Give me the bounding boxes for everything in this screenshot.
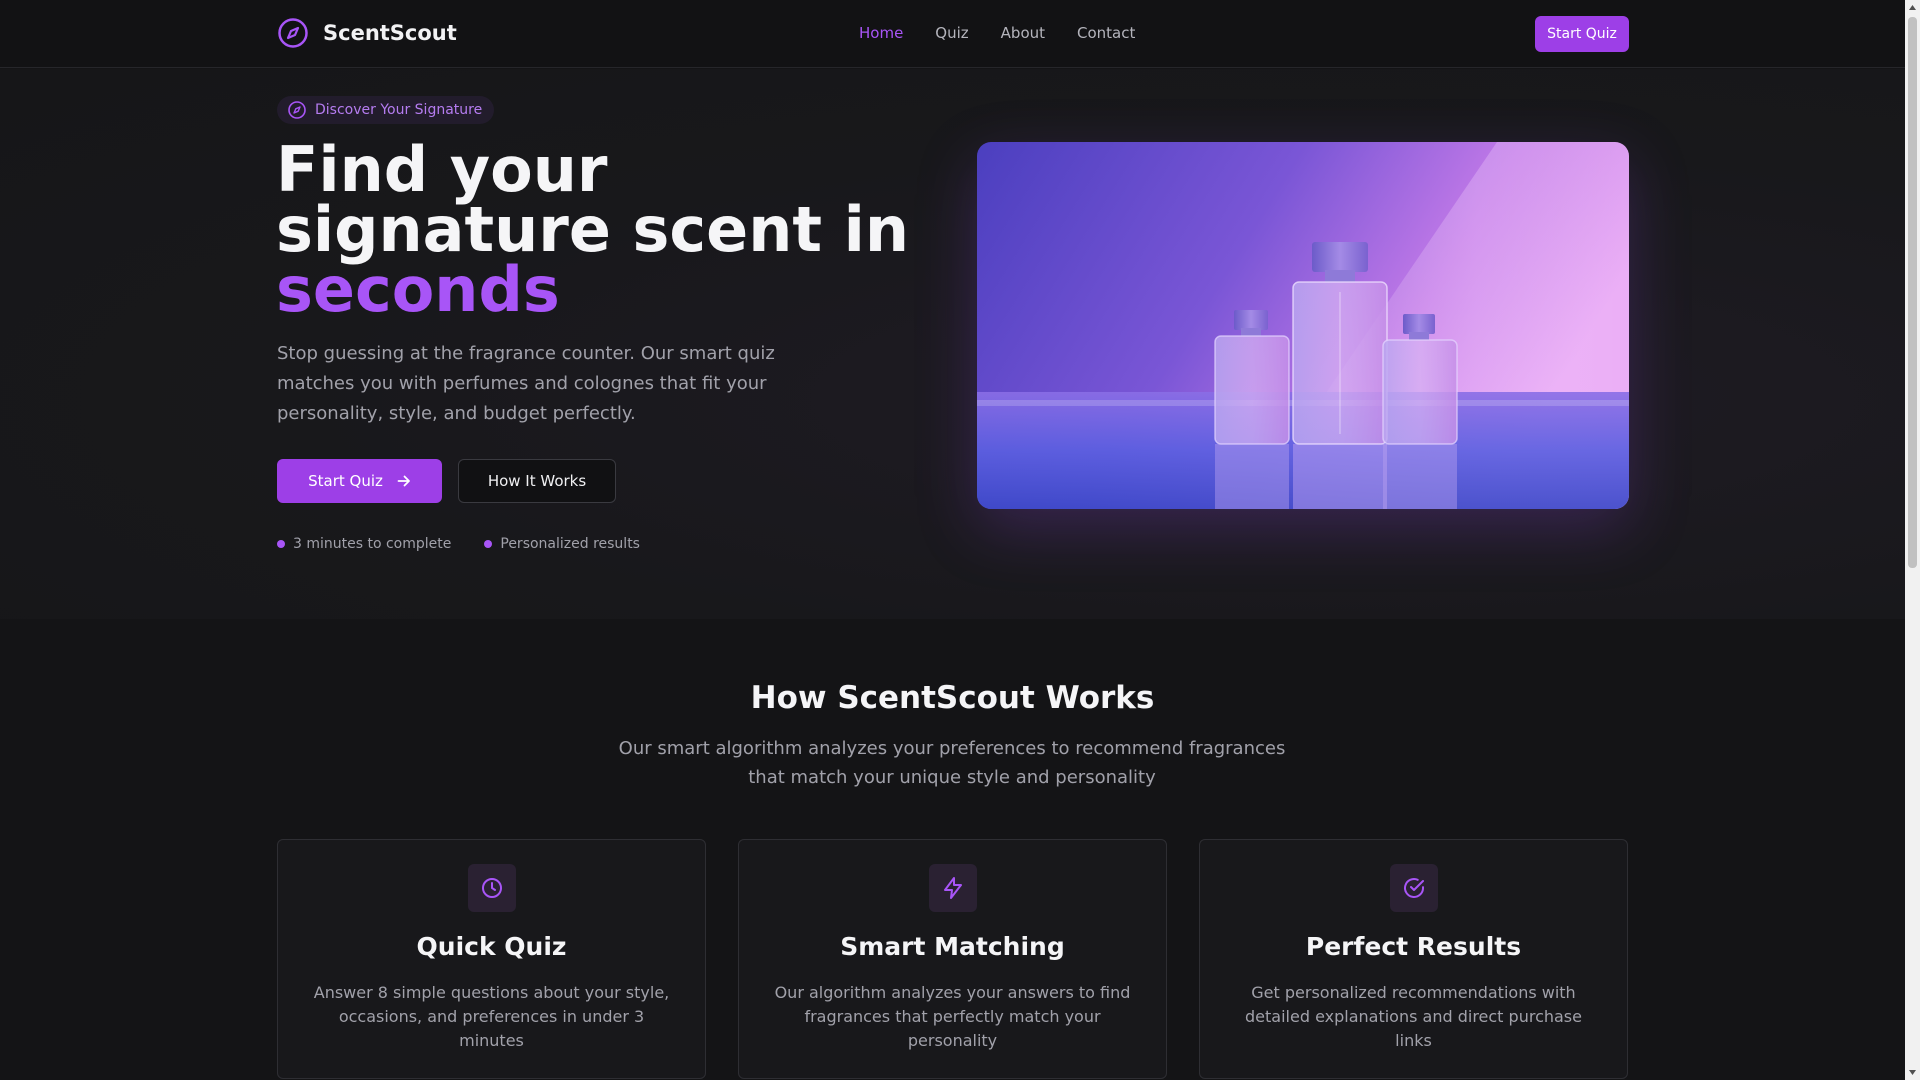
nav-about[interactable]: About (1001, 24, 1045, 42)
how-it-works-button[interactable]: How It Works (458, 459, 616, 503)
how-it-works-title: How ScentScout Works (750, 680, 1155, 716)
feature-card-smart-matching: Smart Matching Our algorithm analyzes yo… (738, 839, 1167, 1079)
card-text: Get personalized recommendations with de… (1245, 983, 1582, 1050)
scroll-up-arrow-icon[interactable] (1908, 3, 1917, 13)
headline-line-1: Find your (276, 133, 608, 206)
point-label: 3 minutes to complete (293, 536, 452, 552)
compass-icon (288, 101, 306, 119)
header-start-quiz-button[interactable]: Start Quiz (1535, 16, 1629, 52)
hero-description: Stop guessing at the fragrance counter. … (277, 343, 775, 424)
compass-icon (278, 18, 308, 48)
card-text: Our algorithm analyzes your answers to f… (774, 983, 1131, 1050)
point-personalized: Personalized results (484, 536, 640, 552)
card-title: Quick Quiz (416, 932, 567, 961)
scroll-down-arrow-icon[interactable] (1908, 1067, 1917, 1077)
nav-quiz[interactable]: Quiz (935, 24, 968, 42)
clock-icon (481, 878, 502, 898)
brand-logo[interactable]: ScentScout (277, 17, 457, 49)
lightning-icon (943, 877, 962, 899)
hero-headline: Find your signature scent in seconds (276, 133, 916, 326)
feature-card-perfect-results: Perfect Results Get personalized recomme… (1199, 839, 1628, 1079)
card-icon-box (1389, 864, 1438, 912)
brand-name: ScentScout (323, 21, 457, 45)
card-text: Answer 8 simple questions about your sty… (313, 983, 670, 1050)
page-scrollbar[interactable] (1905, 0, 1920, 1080)
start-quiz-button[interactable]: Start Quiz (277, 459, 442, 503)
card-icon-box (928, 864, 977, 912)
start-quiz-label: Start Quiz (308, 472, 383, 490)
point-duration: 3 minutes to complete (277, 536, 451, 552)
scrollbar-thumb[interactable] (1908, 17, 1917, 568)
card-title: Smart Matching (840, 932, 1065, 961)
badge-label: Discover Your Signature (315, 102, 483, 118)
nav-home[interactable]: Home (859, 24, 903, 42)
bullet-dot (277, 540, 285, 548)
site-header: ScentScout Home Quiz About Contact Start… (0, 0, 1905, 68)
point-label: Personalized results (500, 536, 640, 552)
headline-line-2: signature scent in (276, 193, 909, 266)
bullet-dot (484, 540, 493, 548)
how-it-works-subtitle: Our smart algorithm analyzes your prefer… (618, 738, 1286, 788)
perfume-bottles-image (977, 142, 1629, 509)
discover-badge: Discover Your Signature (277, 96, 495, 124)
hero-points: 3 minutes to complete Personalized resul… (277, 536, 640, 552)
card-title: Perfect Results (1305, 932, 1522, 961)
check-circle-icon (1403, 878, 1424, 898)
nav-contact[interactable]: Contact (1077, 24, 1135, 42)
arrow-right-icon (397, 475, 410, 487)
feature-card-quick-quiz: Quick Quiz Answer 8 simple questions abo… (277, 839, 706, 1079)
main-nav: Home Quiz About Contact (859, 24, 1135, 42)
card-icon-box (467, 864, 516, 912)
headline-accent: seconds (276, 253, 560, 326)
